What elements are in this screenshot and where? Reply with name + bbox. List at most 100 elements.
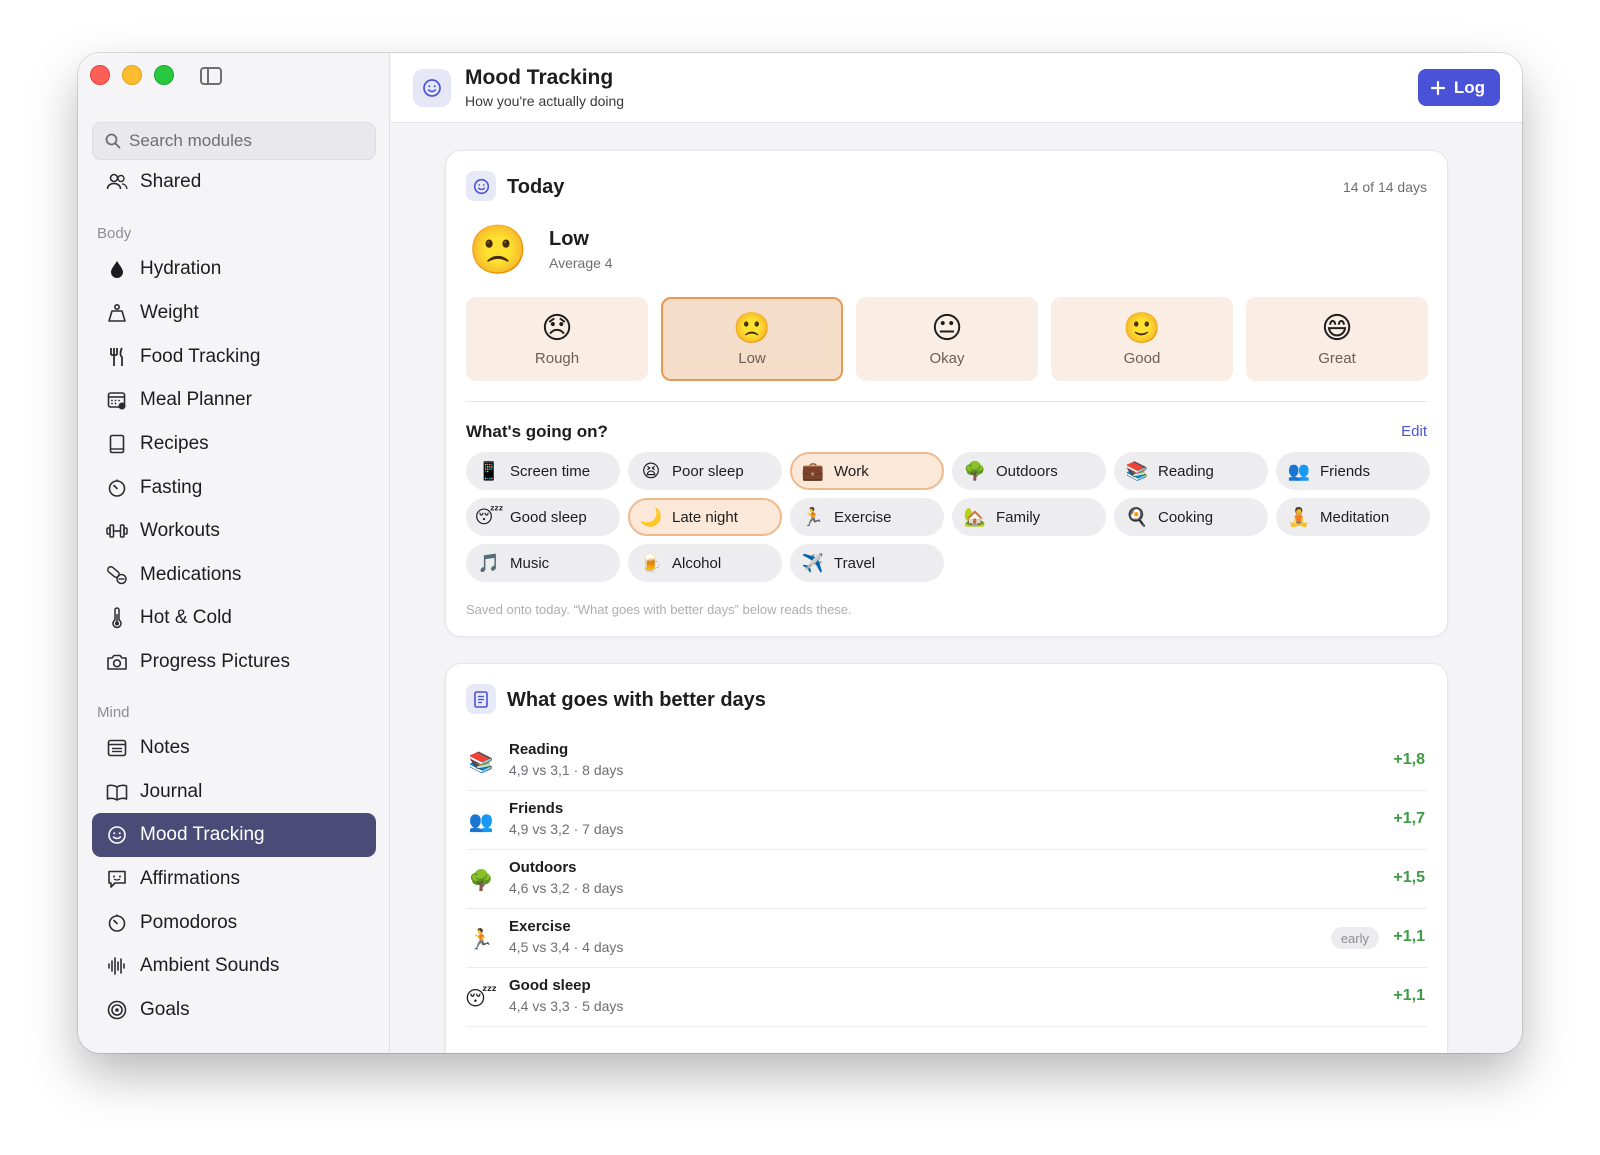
row-detail: 4,9 vs 3,1 · 8 days — [509, 762, 624, 778]
chip-label: Good sleep — [510, 508, 587, 526]
correlation-row-reading[interactable]: 📚 Reading 4,9 vs 3,1 · 8 days +1,8 — [466, 733, 1427, 791]
mood-emoji: 😞 — [541, 311, 573, 345]
close-button[interactable] — [90, 65, 110, 85]
books-icon: 📚 — [468, 751, 494, 774]
scale-icon — [106, 302, 128, 324]
correlation-row-outdoors[interactable]: 🌳 Outdoors 4,6 vs 3,2 · 8 days +1,5 — [466, 851, 1427, 909]
sidebar-item-goals[interactable]: Goals — [92, 988, 376, 1032]
factor-chip-reading[interactable]: 📚 Reading — [1114, 452, 1268, 490]
sidebar-item-medications[interactable]: Medications — [92, 553, 376, 597]
mood-average: Average 4 — [549, 255, 613, 271]
factor-chip-travel[interactable]: ✈️ Travel — [790, 544, 944, 582]
factor-chip-poor-sleep[interactable]: 😫 Poor sleep — [628, 452, 782, 490]
mood-label: Okay — [929, 349, 965, 367]
sidebar-item-workouts[interactable]: Workouts — [92, 509, 376, 553]
sidebar-item-ambient-sounds[interactable]: Ambient Sounds — [92, 944, 376, 988]
smiley-icon — [106, 824, 128, 846]
dumbbell-icon — [106, 520, 128, 542]
camera-icon — [106, 651, 128, 673]
edit-link[interactable]: Edit — [1401, 423, 1427, 440]
section-label-mind: Mind — [97, 704, 130, 721]
sidebar-item-shared[interactable]: Shared — [92, 160, 376, 204]
row-delta: +1,1 — [1393, 928, 1425, 945]
row-name: Good sleep — [509, 977, 591, 994]
sidebar-item-meal-planner[interactable]: Meal Planner — [92, 378, 376, 422]
sidebar-item-mood-tracking[interactable]: Mood Tracking — [92, 813, 376, 857]
chip-label: Screen time — [510, 462, 591, 480]
row-delta: +1,7 — [1393, 810, 1425, 827]
mood-option-okay[interactable]: 😐 Okay — [856, 297, 1038, 381]
search-input[interactable] — [129, 131, 359, 151]
sidebar-item-label: Food Tracking — [140, 346, 261, 367]
chip-label: Outdoors — [996, 462, 1058, 480]
sidebar-item-fasting[interactable]: Fasting — [92, 466, 376, 510]
mood-label: Rough — [534, 349, 580, 367]
fork-knife-icon — [106, 346, 128, 368]
sidebar-item-pomodoros[interactable]: Pomodoros — [92, 901, 376, 945]
log-button[interactable]: Log — [1417, 69, 1500, 106]
factor-chip-late-night[interactable]: 🌙 Late night — [628, 498, 782, 536]
smiley-icon — [466, 171, 496, 201]
mood-emoji: 😄 — [1321, 311, 1353, 345]
tree-icon: 🌳 — [963, 460, 987, 481]
document-icon — [466, 684, 496, 714]
mood-option-rough[interactable]: 😞 Rough — [466, 297, 648, 381]
factor-chip-work[interactable]: 💼 Work — [790, 452, 944, 490]
mood-option-low[interactable]: 🙁 Low — [661, 297, 843, 381]
chip-label: Friends — [1320, 462, 1371, 480]
sidebar-toggle-icon[interactable] — [200, 67, 222, 85]
correlation-row-good-sleep[interactable]: 😴 Good sleep 4,4 vs 3,3 · 5 days +1,1 — [464, 969, 1427, 1027]
sidebar-item-weight[interactable]: Weight — [92, 291, 376, 335]
people-icon — [106, 171, 128, 193]
smiley-icon — [413, 69, 451, 107]
sidebar-item-food-tracking[interactable]: Food Tracking — [92, 335, 376, 379]
sidebar-item-hot-cold[interactable]: Hot & Cold — [92, 596, 376, 640]
mood-option-good[interactable]: 🙂 Good — [1051, 297, 1233, 381]
sidebar-item-recipes[interactable]: Recipes — [92, 422, 376, 466]
mood-option-great[interactable]: 😄 Great — [1246, 297, 1428, 381]
people-icon: 👥 — [468, 810, 494, 833]
plus-icon — [1430, 80, 1445, 95]
factor-chip-meditation[interactable]: 🧘 Meditation — [1276, 498, 1430, 536]
sidebar-item-notes[interactable]: Notes — [92, 726, 376, 770]
main-content: Mood Tracking How you're actually doing … — [391, 53, 1522, 1053]
factor-chip-exercise[interactable]: 🏃 Exercise — [790, 498, 944, 536]
sidebar-item-affirmations[interactable]: Affirmations — [92, 857, 376, 901]
waveform-icon — [106, 955, 128, 977]
sleeping-face-icon: 😴 — [464, 987, 498, 1010]
factor-chip-alcohol[interactable]: 🍺 Alcohol — [628, 544, 782, 582]
sidebar-item-progress-pictures[interactable]: Progress Pictures — [92, 640, 376, 684]
search-field[interactable] — [92, 122, 376, 160]
sidebar-item-label: Shared — [140, 171, 202, 192]
sidebar-item-label: Journal — [140, 781, 203, 802]
factor-chip-family[interactable]: 🏡 Family — [952, 498, 1106, 536]
books-icon: 📚 — [1125, 460, 1149, 481]
sidebar-item-journal[interactable]: Journal — [92, 770, 376, 814]
better-days-title: What goes with better days — [507, 689, 766, 711]
beer-icon: 🍺 — [639, 552, 663, 573]
briefcase-icon: 💼 — [801, 460, 825, 481]
correlation-row-exercise[interactable]: 🏃 Exercise 4,5 vs 3,4 · 4 days early +1,… — [466, 910, 1427, 968]
row-detail: 4,4 vs 3,3 · 5 days — [509, 998, 624, 1014]
factor-chip-music[interactable]: 🎵 Music — [466, 544, 620, 582]
row-delta: +1,5 — [1393, 869, 1425, 886]
factor-chip-friends[interactable]: 👥 Friends — [1276, 452, 1430, 490]
factor-chip-cooking[interactable]: 🍳 Cooking — [1114, 498, 1268, 536]
chip-label: Music — [510, 554, 550, 572]
factor-chip-screen-time[interactable]: 📱 Screen time — [466, 452, 620, 490]
sleeping-face-icon: 😴 — [474, 506, 504, 527]
droplet-icon — [106, 258, 128, 280]
open-book-icon — [106, 781, 128, 803]
factor-chip-good-sleep[interactable]: 😴 Good sleep — [466, 498, 620, 536]
correlation-row-friends[interactable]: 👥 Friends 4,9 vs 3,2 · 7 days +1,7 — [466, 792, 1427, 850]
row-delta: +1,8 — [1393, 751, 1425, 768]
sidebar-item-label: Notes — [140, 737, 190, 758]
sidebar-item-hydration[interactable]: Hydration — [92, 247, 376, 291]
factor-chip-outdoors[interactable]: 🌳 Outdoors — [952, 452, 1106, 490]
zoom-button[interactable] — [154, 65, 174, 85]
airplane-icon: ✈️ — [801, 552, 825, 573]
mood-emoji: 😐 — [931, 311, 963, 345]
window-controls — [90, 65, 174, 85]
tree-icon: 🌳 — [468, 869, 494, 892]
minimize-button[interactable] — [122, 65, 142, 85]
